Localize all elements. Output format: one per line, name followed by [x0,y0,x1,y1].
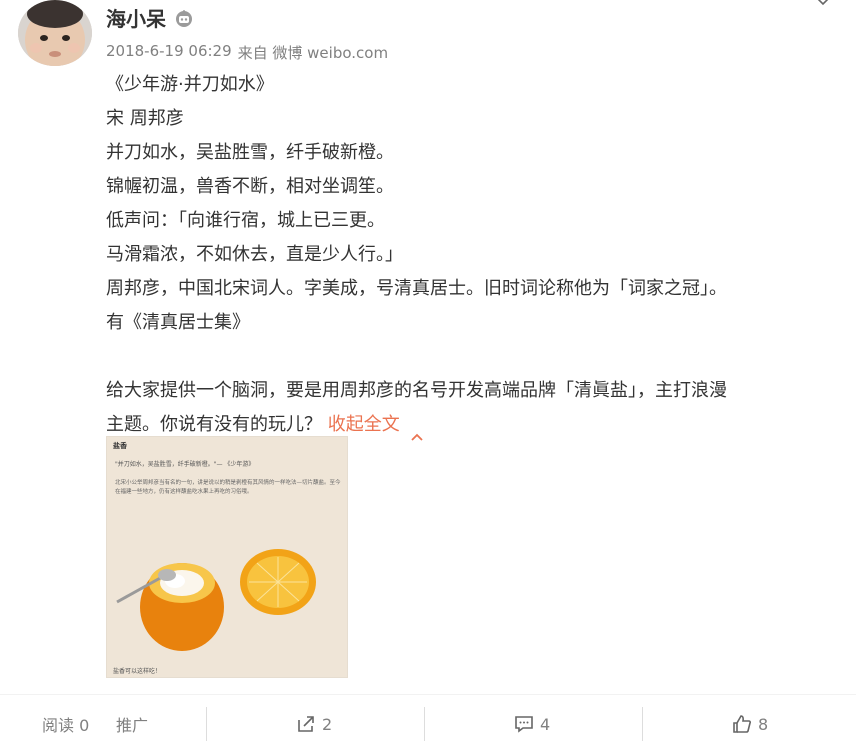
weibo-post: 海小呆 2018-6-19 06:29 来自 微博 weibo.com 《少年游… [0,0,856,753]
post-image[interactable]: 盐香 "并刀如水，吴盐胜雪，纤手破新橙。"— 《少年游》 北宋小公举周邦彦当有名… [106,436,348,678]
post-date[interactable]: 2018-6-19 06:29 [106,42,232,63]
repost-button[interactable]: 2 [296,695,332,753]
avatar[interactable] [18,0,92,66]
content-line: 低声问：「向谁行宿，城上已三更。 [106,210,385,231]
username-text[interactable]: 海小呆 [106,3,166,32]
oranges-illustration [116,549,316,651]
repost-icon[interactable] [296,714,316,734]
chevron-up-icon[interactable] [410,420,424,441]
like-count[interactable]: 8 [758,715,768,734]
comment-icon[interactable] [514,714,534,734]
thumbs-up-icon[interactable] [732,714,752,734]
content-line: 周邦彦，中国北宋词人。字美成，号清真居士。旧时词论称他为「词家之冠」。 [106,278,727,299]
content-line: 并刀如水，吴盐胜雪，纤手破新橙。 [106,142,394,163]
robot-badge-icon [174,8,194,28]
more-chevron-icon[interactable] [816,0,830,8]
post-content: 《少年游·并刀如水》 宋 周邦彦 并刀如水，吴盐胜雪，纤手破新橙。 锦幄初温，兽… [106,68,826,442]
image-quote: "并刀如水，吴盐胜雪，纤手破新橙。"— 《少年游》 [115,461,255,468]
content-text: 主题。你说有没有的玩儿？ [106,414,322,435]
content-line: 马滑霜浓，不如休去，直是少人行。」 [106,244,403,265]
content-line: 宋 周邦彦 [106,108,184,129]
comment-button[interactable]: 4 [514,695,550,753]
divider [206,707,207,741]
read-count: 阅读 0 [42,695,89,753]
image-title: 盐香 [113,442,127,450]
divider [642,707,643,741]
username[interactable]: 海小呆 [106,3,194,32]
post-meta: 2018-6-19 06:29 来自 微博 weibo.com [106,42,388,63]
image-footer: 盐香可以这样吃！ [113,668,162,675]
content-line: 给大家提供一个脑洞，要是用周邦彦的名号开发高端品牌「清眞盐」，主打浪漫 [106,380,727,401]
content-line: 有《清真居士集》 [106,312,250,333]
comment-count[interactable]: 4 [540,715,550,734]
collapse-link[interactable]: 收起全文 [328,414,400,435]
content-line: 锦幄初温，兽香不断，相对坐调笙。 [106,176,394,197]
read-count-label: 阅读 0 [42,716,90,735]
promote-label[interactable]: 推广 [116,712,148,736]
like-button[interactable]: 8 [732,695,768,753]
action-bar: 阅读 0 推广 2 4 8 [0,694,856,753]
image-paragraph: 北宋小公举周邦彦当有名的一句，讲是说以的稍是剥橙有其风情的一样吃法—切片蘸盐。至… [115,480,341,495]
divider [424,707,425,741]
promote-button[interactable]: 推广 [116,695,148,753]
content-line: 《少年游·并刀如水》 [106,74,274,95]
post-source[interactable]: 来自 微博 weibo.com [238,42,388,63]
repost-count[interactable]: 2 [322,715,332,734]
